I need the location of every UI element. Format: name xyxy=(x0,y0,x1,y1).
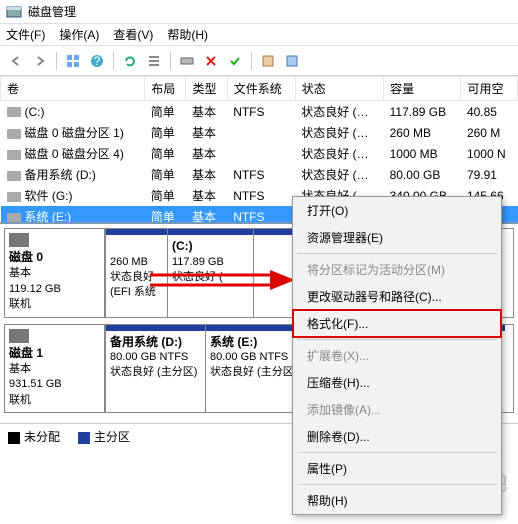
annotation-arrow-icon xyxy=(150,270,300,300)
ctx-separator xyxy=(297,484,497,485)
title-bar: 磁盘管理 xyxy=(0,0,518,24)
menu-help[interactable]: 帮助(H) xyxy=(167,26,208,43)
ctx-separator xyxy=(297,339,497,340)
ctx-open[interactable]: 打开(O) xyxy=(293,197,501,224)
col-free[interactable]: 可用空 xyxy=(461,77,518,101)
partition[interactable]: 系统 (E:)80.00 GB NTFS状态良好 (主分区) xyxy=(205,325,305,413)
delete-icon[interactable] xyxy=(201,51,221,71)
app-icon xyxy=(6,4,22,20)
refresh-icon[interactable] xyxy=(120,51,140,71)
ctx-separator xyxy=(297,452,497,453)
help-toolbar-icon[interactable]: ? xyxy=(87,51,107,71)
grid-icon[interactable] xyxy=(63,51,83,71)
partition[interactable]: 备用系统 (D:)80.00 GB NTFS状态良好 (主分区) xyxy=(105,325,205,413)
ctx-shrink[interactable]: 压缩卷(H)... xyxy=(293,369,501,396)
table-row[interactable]: 备用系统 (D:)简单基本NTFS状态良好 (…80.00 GB79.91 xyxy=(1,164,518,185)
col-fs[interactable]: 文件系统 xyxy=(227,77,295,101)
window-title: 磁盘管理 xyxy=(28,3,76,20)
menu-file[interactable]: 文件(F) xyxy=(6,26,45,43)
toolbar: ? xyxy=(0,46,518,76)
svg-text:?: ? xyxy=(94,54,101,68)
menu-bar: 文件(F) 操作(A) 查看(V) 帮助(H) xyxy=(0,24,518,46)
table-header-row: 卷 布局 类型 文件系统 状态 容量 可用空 xyxy=(1,77,518,101)
ctx-properties[interactable]: 属性(P) xyxy=(293,455,501,482)
ctx-mark-active: 将分区标记为活动分区(M) xyxy=(293,256,501,283)
toolbar-separator xyxy=(251,52,252,70)
ctx-separator xyxy=(297,253,497,254)
col-volume[interactable]: 卷 xyxy=(1,77,145,101)
check-icon[interactable] xyxy=(225,51,245,71)
context-menu: 打开(O) 资源管理器(E) 将分区标记为活动分区(M) 更改驱动器号和路径(C… xyxy=(292,196,502,515)
action1-icon[interactable] xyxy=(258,51,278,71)
ctx-help[interactable]: 帮助(H) xyxy=(293,487,501,514)
ctx-delete[interactable]: 删除卷(D)... xyxy=(293,423,501,450)
forward-icon[interactable] xyxy=(30,51,50,71)
toolbar-separator xyxy=(56,52,57,70)
ctx-extend: 扩展卷(X)... xyxy=(293,342,501,369)
disk-header[interactable]: 磁盘 1基本931.51 GB联机 xyxy=(5,325,105,413)
menu-view[interactable]: 查看(V) xyxy=(113,26,153,43)
ctx-explorer[interactable]: 资源管理器(E) xyxy=(293,224,501,251)
ctx-change-letter[interactable]: 更改驱动器号和路径(C)... xyxy=(293,283,501,310)
ctx-mirror: 添加镜像(A)... xyxy=(293,396,501,423)
col-layout[interactable]: 布局 xyxy=(145,77,186,101)
list-icon[interactable] xyxy=(144,51,164,71)
legend-unallocated: 未分配 xyxy=(8,428,60,445)
table-row[interactable]: (C:)简单基本NTFS状态良好 (…117.89 GB40.85 xyxy=(1,101,518,123)
toolbar-separator xyxy=(113,52,114,70)
table-row[interactable]: 磁盘 0 磁盘分区 1)简单基本状态良好 (…260 MB260 M xyxy=(1,122,518,143)
legend-primary: 主分区 xyxy=(78,428,130,445)
action2-icon[interactable] xyxy=(282,51,302,71)
toolbar-separator xyxy=(170,52,171,70)
col-capacity[interactable]: 容量 xyxy=(384,77,461,101)
menu-action[interactable]: 操作(A) xyxy=(59,26,99,43)
col-type[interactable]: 类型 xyxy=(186,77,227,101)
table-row[interactable]: 磁盘 0 磁盘分区 4)简单基本状态良好 (…1000 MB1000 N xyxy=(1,143,518,164)
disk-toolbar-icon[interactable] xyxy=(177,51,197,71)
ctx-format[interactable]: 格式化(F)... xyxy=(293,310,501,337)
back-icon[interactable] xyxy=(6,51,26,71)
col-status[interactable]: 状态 xyxy=(295,77,383,101)
disk-header[interactable]: 磁盘 0基本119.12 GB联机 xyxy=(5,229,105,317)
